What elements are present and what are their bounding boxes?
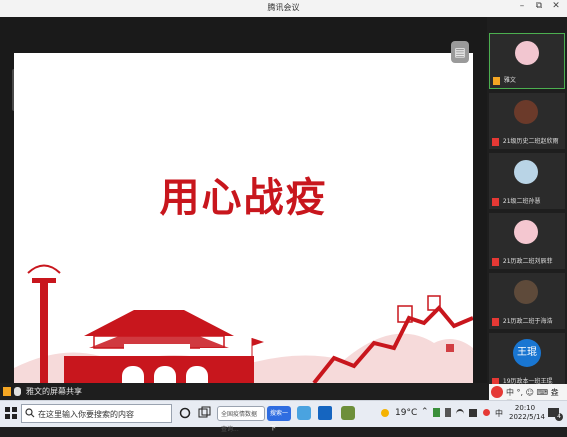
- window-title: 腾讯会议: [267, 3, 300, 12]
- weather-temp[interactable]: 19°C: [395, 408, 417, 418]
- tencent-meeting-icon[interactable]: [318, 406, 332, 420]
- taskbar: 在这里输入你要搜索的内容 全国疫情数据查询... 搜索一下 19°C ⌃ 中 2…: [0, 400, 567, 433]
- host-icon: [3, 387, 11, 396]
- clock-time: 20:10: [514, 404, 536, 412]
- notification-count: 4: [555, 413, 563, 421]
- title-bar: 腾讯会议 – ⧉ ✕: [0, 0, 567, 18]
- participant-tile[interactable]: 21级历史二班赵欣雨: [489, 93, 565, 149]
- participant-name: 雅文: [503, 77, 516, 84]
- search-placeholder: 在这里输入你要搜索的内容: [38, 410, 134, 419]
- tray-app-icon[interactable]: [433, 408, 440, 417]
- mic-muted-icon: [492, 317, 499, 326]
- share-label: 雅文的屏幕共享: [26, 387, 82, 396]
- clock-date: 2022/5/14: [509, 413, 545, 421]
- task-view-icon[interactable]: [197, 406, 211, 420]
- avatar: [514, 100, 538, 124]
- participant-tile[interactable]: 21级二班孙慧: [489, 153, 565, 209]
- participant-name: 21级二班孙慧: [502, 198, 541, 205]
- shared-slide: 用心战疫: [14, 53, 473, 393]
- chevron-up-icon[interactable]: ⌃: [421, 407, 429, 417]
- slide-title: 用心战疫: [159, 175, 328, 221]
- participant-tile[interactable]: 雅文: [489, 33, 565, 89]
- battery-icon[interactable]: [445, 408, 451, 417]
- windows-start-icon[interactable]: [4, 406, 18, 420]
- maximize-button[interactable]: ⧉: [532, 1, 546, 11]
- share-status-bar: 雅文的屏幕共享: [0, 383, 487, 400]
- participant-name: 21级历史二班赵欣雨: [502, 138, 559, 145]
- ime-mode-icon[interactable]: 中: [495, 408, 503, 419]
- participant-panel: 雅文 21级历史二班赵欣雨 21级二班孙慧 21历政二班刘辰菲 21历政二班于海…: [487, 17, 567, 400]
- ime-toolbar[interactable]: 中 °, ☺ ⌨ 盎 ⊞: [489, 384, 567, 407]
- weather-sun-icon: [381, 409, 389, 417]
- avatar: [514, 220, 538, 244]
- mini-search-button[interactable]: 搜索一下: [267, 406, 291, 432]
- document-icon[interactable]: ▤: [451, 41, 469, 63]
- app-icon[interactable]: [341, 406, 355, 420]
- mic-icon: [14, 387, 21, 396]
- close-button[interactable]: ✕: [549, 1, 563, 11]
- cortana-icon[interactable]: [178, 406, 192, 420]
- share-stage: 用心战疫 ▤: [0, 17, 487, 393]
- mic-muted-icon: [492, 137, 499, 146]
- clock[interactable]: 20:10 2022/5/14: [509, 404, 545, 422]
- mic-muted-icon: [492, 257, 499, 266]
- browser-icon[interactable]: [297, 406, 311, 420]
- wifi-icon[interactable]: [456, 409, 464, 419]
- avatar: [514, 160, 538, 184]
- mic-muted-icon: [492, 197, 499, 206]
- avatar: 王琨: [513, 339, 541, 367]
- ime-tray-icon[interactable]: [483, 409, 490, 416]
- participant-tile[interactable]: 21历政二班刘辰菲: [489, 213, 565, 269]
- search-icon: [25, 408, 35, 418]
- taskbar-search[interactable]: 在这里输入你要搜索的内容: [21, 404, 172, 423]
- volume-icon[interactable]: [469, 409, 477, 417]
- participant-tile[interactable]: 王琨 19历政本一班王琨: [489, 333, 565, 389]
- participant-name: 21历政二班于海浩: [502, 318, 553, 325]
- avatar: [514, 280, 538, 304]
- host-icon: [493, 76, 500, 85]
- participant-tile[interactable]: 21历政二班于海浩: [489, 273, 565, 329]
- avatar: [515, 41, 539, 65]
- participant-name: 21历政二班刘辰菲: [502, 258, 553, 265]
- mini-search-input[interactable]: 全国疫情数据查询...: [217, 406, 265, 433]
- tiananmen-great-wall-illustration: [14, 264, 473, 393]
- minimize-button[interactable]: –: [515, 1, 529, 11]
- sogou-logo-icon: [491, 386, 503, 398]
